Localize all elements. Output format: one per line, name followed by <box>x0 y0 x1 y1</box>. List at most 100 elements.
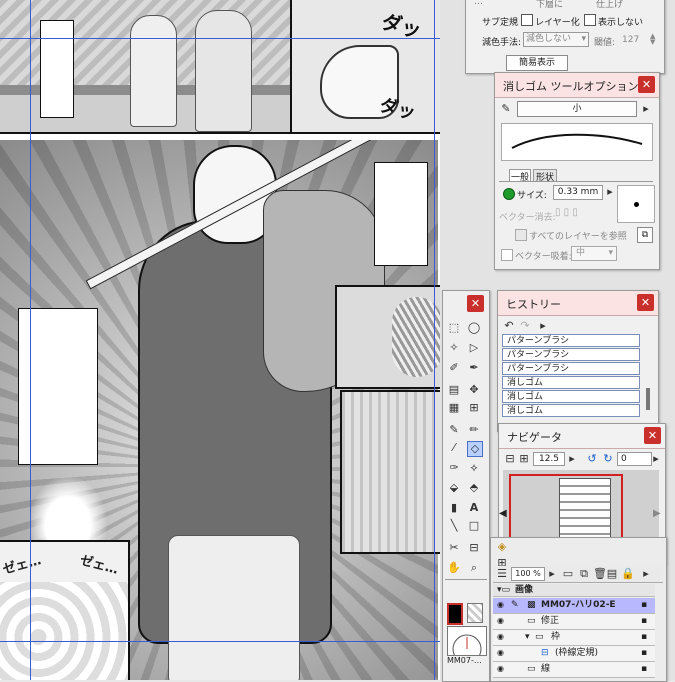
page-thumbnail[interactable] <box>447 626 487 664</box>
history-item[interactable]: 消しゴム <box>502 376 640 389</box>
layer-option-checkbox[interactable] <box>521 14 533 26</box>
pen-icon[interactable]: ✎ <box>447 423 461 437</box>
subtract-method-select[interactable]: 減色しない ▾ <box>523 32 589 47</box>
grid-icon[interactable]: ▦ <box>447 401 461 415</box>
close-icon[interactable]: ✕ <box>467 295 484 312</box>
vector-snap-select[interactable]: 中 ▾ <box>571 246 617 261</box>
history-scrollbar[interactable] <box>646 388 650 410</box>
layer-reference-button[interactable]: ⧉ <box>637 227 653 243</box>
transform-icon[interactable]: ⊞ <box>467 401 481 415</box>
navigator-palette-titlebar[interactable]: ナビゲータ ✕ <box>499 424 665 449</box>
brush-select-icon[interactable]: ✐ <box>447 361 461 375</box>
background-color-swatch[interactable] <box>467 603 483 623</box>
hatch-icon[interactable]: ▤ <box>447 383 461 397</box>
eyedropper-icon[interactable]: ✒ <box>467 361 481 375</box>
threshold-stepper[interactable]: ▲ ▼ <box>650 33 655 46</box>
foreground-color-swatch[interactable] <box>447 603 463 625</box>
zoom-out-icon[interactable]: ⊟ <box>503 452 517 466</box>
radio-option-partial[interactable]: … <box>474 0 483 7</box>
layer-prop-icon[interactable]: ◈ <box>495 540 509 554</box>
airbrush-icon[interactable]: ✑ <box>447 461 461 475</box>
manga-canvas[interactable]: ダッ ダッ ゼェ… ゼェ… <box>0 0 440 680</box>
opacity-arrow-icon[interactable]: ▸ <box>545 567 559 581</box>
rotation-value: 0 <box>621 454 627 464</box>
layer-row[interactable]: ◉ ▭ 線 ▪ <box>493 662 655 678</box>
history-item[interactable]: パターンブラシ <box>502 334 640 347</box>
history-palette-titlebar[interactable]: ヒストリー ✕ <box>498 291 658 316</box>
guide-line-top <box>0 38 440 39</box>
size-arrow-icon[interactable]: ▸ <box>603 185 617 199</box>
radio-option-finish[interactable]: 仕上げ <box>596 0 623 10</box>
layer-list-icon[interactable]: ☰ <box>495 567 509 581</box>
eraser-preset-field[interactable]: 小 <box>517 101 637 117</box>
shape-icon[interactable]: □ <box>467 519 481 533</box>
history-item[interactable]: 消しゴム <box>502 390 640 403</box>
eye-icon[interactable]: ◉ <box>497 632 507 642</box>
threshold-value[interactable]: 127 <box>622 35 639 45</box>
pencil-icon[interactable]: ✏ <box>467 423 481 437</box>
close-icon[interactable]: ✕ <box>638 76 655 93</box>
all-layers-checkbox[interactable] <box>515 229 527 241</box>
eye-icon[interactable]: ◉ <box>497 616 507 626</box>
close-icon[interactable]: ✕ <box>644 427 661 444</box>
zoom-input[interactable]: 12.5 <box>533 452 565 466</box>
eraser-palette-titlebar[interactable]: 消しゴム ツールオプション ✕ <box>495 73 659 98</box>
text-icon[interactable]: A <box>467 501 481 515</box>
history-menu-icon[interactable]: ▸ <box>536 319 550 333</box>
layer-row[interactable]: ◉ ▾ ▭ 枠 ▪ <box>493 630 655 646</box>
eye-icon[interactable]: ◉ <box>497 600 507 610</box>
size-value: 0.33 mm <box>557 187 599 197</box>
fill-icon[interactable]: ⬙ <box>447 481 461 495</box>
pattern-brush-icon[interactable]: ⟡ <box>467 461 481 475</box>
line-icon[interactable]: ╲ <box>447 519 461 533</box>
lock-icon[interactable]: 🔒 <box>621 567 635 581</box>
redo-icon[interactable]: ↷ <box>518 319 532 333</box>
marquee-rect-icon[interactable]: ⬚ <box>447 321 461 335</box>
vector-erase-options[interactable]: ▯ ▯ ▯ <box>555 207 599 220</box>
move-icon[interactable]: ✥ <box>467 383 481 397</box>
radio-option-lower[interactable]: 下層に <box>536 0 563 10</box>
history-item[interactable]: パターンブラシ <box>502 362 640 375</box>
rotate-left-icon[interactable]: ↺ <box>585 452 599 466</box>
close-icon[interactable]: ✕ <box>637 294 654 311</box>
history-item[interactable]: 消しゴム <box>502 404 640 417</box>
layer-menu-icon[interactable]: ▸ <box>639 567 653 581</box>
layer-root-row[interactable]: ▾▭ 画像 <box>493 584 655 597</box>
opacity-field[interactable]: 100 % <box>511 567 545 581</box>
tone-icon[interactable]: ⬘ <box>467 481 481 495</box>
zoom-arrow-icon[interactable]: ▸ <box>565 452 579 466</box>
preset-menu-icon[interactable]: ▸ <box>639 102 653 116</box>
zoom-value: 12.5 <box>538 454 560 464</box>
rotate-right-icon[interactable]: ↻ <box>601 452 615 466</box>
nav-left-arrow-icon[interactable]: ◀ <box>499 508 507 519</box>
magic-wand-icon[interactable]: ✧ <box>447 341 461 355</box>
frame-icon[interactable]: ⊟ <box>467 541 481 555</box>
select-arrow-icon[interactable]: ▷ <box>467 341 481 355</box>
eye-icon[interactable]: ◉ <box>497 664 507 674</box>
vector-snap-checkbox[interactable] <box>501 249 513 261</box>
marker-icon[interactable]: ⁄ <box>447 441 461 455</box>
stack-icon[interactable]: ▤ <box>605 567 619 581</box>
layer-row[interactable]: ◉ ⊟ (枠線定規) ▪ <box>493 646 655 662</box>
nav-right-arrow-icon[interactable]: ▶ <box>653 508 661 519</box>
layer-row[interactable]: ◉ ▭ 修正 ▪ <box>493 614 655 630</box>
eraser-palette-title: 消しゴム ツールオプション <box>503 80 639 93</box>
new-folder-icon[interactable]: ▭ <box>561 567 575 581</box>
hide-option-checkbox[interactable] <box>584 14 596 26</box>
rotation-input[interactable]: 0 <box>617 452 652 466</box>
zoom-icon[interactable]: ⌕ <box>467 561 481 575</box>
layer-row-selected[interactable]: ◉ ✎ ▩ MM07-ハリ02-E ▪ <box>493 598 655 614</box>
zoom-in-icon[interactable]: ⊞ <box>517 452 531 466</box>
eraser-tool-icon[interactable]: ◇ <box>467 441 483 457</box>
rotation-arrow-icon[interactable]: ▸ <box>649 452 663 466</box>
lasso-icon[interactable]: ◯ <box>467 321 481 335</box>
undo-icon[interactable]: ↶ <box>502 319 516 333</box>
eye-icon[interactable]: ◉ <box>497 648 507 658</box>
simple-display-button[interactable]: 簡易表示 <box>506 55 568 71</box>
history-item[interactable]: パターンブラシ <box>502 348 640 361</box>
hand-icon[interactable]: ✋ <box>447 561 461 575</box>
size-input[interactable]: 0.33 mm <box>553 185 603 200</box>
gradient-icon[interactable]: ▮ <box>447 501 461 515</box>
ruler-icon[interactable]: ✂ <box>447 541 461 555</box>
copy-layer-icon[interactable]: ⧉ <box>577 567 591 581</box>
